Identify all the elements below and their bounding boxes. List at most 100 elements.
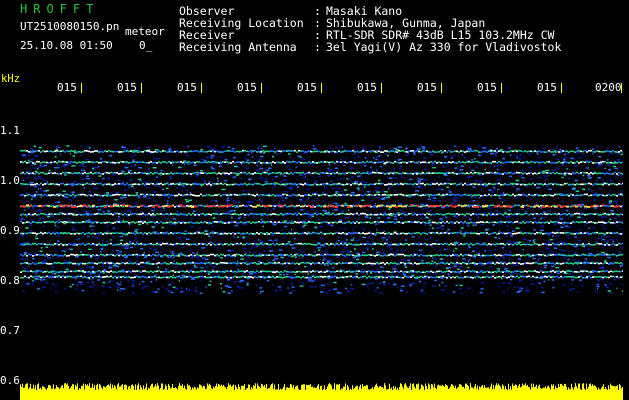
carrier-line-pixel (498, 195, 500, 197)
carrier-line-pixel (318, 194, 320, 197)
noise-pixel (296, 179, 298, 181)
noise-pixel (605, 286, 609, 289)
carrier-line-pixel (374, 221, 376, 223)
carrier-line-pixel (540, 171, 542, 174)
carrier-line-pixel (56, 206, 58, 208)
carrier-line-pixel (216, 213, 218, 215)
carrier-line-pixel (138, 161, 140, 163)
noise-pixel (473, 196, 478, 198)
carrier-line-pixel (548, 194, 550, 196)
noise-pixel (101, 239, 104, 242)
carrier-line-pixel (184, 161, 186, 164)
carrier-line-pixel (278, 214, 280, 216)
noise-pixel (615, 176, 617, 179)
carrier-line-pixel (616, 162, 618, 164)
noise-pixel (424, 282, 427, 284)
noise-pixel (362, 147, 366, 149)
carrier-line-pixel (68, 221, 70, 224)
carrier-line-pixel (576, 183, 578, 185)
noise-pixel (146, 284, 148, 287)
carrier-line-pixel (36, 149, 38, 152)
noise-pixel (579, 210, 581, 213)
noise-pixel (171, 164, 173, 167)
carrier-line-pixel (188, 194, 190, 196)
carrier-line-pixel (62, 150, 64, 152)
carrier-line-pixel (516, 183, 518, 185)
noise-pixel (604, 167, 606, 170)
carrier-line-pixel (416, 173, 418, 175)
carrier-line-pixel (366, 151, 368, 153)
noise-pixel (310, 280, 314, 282)
carrier-line-pixel (342, 212, 344, 215)
noise-pixel (559, 215, 561, 217)
carrier-line-pixel (56, 172, 58, 175)
noise-pixel (587, 175, 591, 177)
carrier-line-pixel (150, 204, 152, 207)
carrier-line-pixel (296, 214, 298, 216)
noise-pixel (596, 145, 599, 148)
carrier-line-pixel (110, 194, 112, 197)
noise-pixel (507, 240, 512, 242)
carrier-line-pixel (138, 171, 140, 174)
carrier-line-pixel (544, 183, 546, 185)
noise-pixel (84, 177, 86, 180)
carrier-line-pixel (502, 194, 504, 197)
carrier-line-pixel (30, 160, 32, 163)
carrier-line-pixel (228, 173, 230, 175)
y-tick-label: 0.9 (0, 224, 20, 237)
meta-key-antenna: Receiving Antenna (179, 40, 297, 54)
noise-pixel (525, 210, 527, 213)
noise-pixel (420, 217, 424, 219)
noise-pixel (70, 152, 72, 155)
noise-pixel (498, 285, 500, 288)
noise-pixel (504, 199, 506, 202)
carrier-line-pixel (212, 221, 214, 223)
carrier-line-pixel (236, 194, 238, 196)
noise-pixel (283, 191, 288, 193)
carrier-line-pixel (132, 161, 134, 163)
carrier-line-pixel (356, 150, 358, 153)
carrier-line-pixel (120, 183, 122, 185)
noise-pixel (325, 251, 328, 253)
carrier-line-pixel (236, 213, 238, 216)
carrier-line-pixel (120, 213, 122, 215)
carrier-line-pixel (540, 204, 542, 207)
noise-pixel (460, 165, 465, 167)
noise-pixel (396, 249, 399, 252)
carrier-line-pixel (244, 182, 246, 185)
noise-pixel (45, 246, 49, 248)
noise-pixel (494, 155, 498, 157)
noise-pixel (23, 197, 25, 200)
carrier-line-pixel (524, 194, 526, 196)
carrier-line-pixel (346, 204, 348, 207)
carrier-line-pixel (368, 214, 370, 216)
noise-pixel (272, 284, 274, 286)
carrier-line-pixel (86, 221, 88, 223)
carrier-line-pixel (528, 183, 530, 185)
carrier-line-pixel (468, 172, 470, 175)
carrier-line-pixel (212, 150, 214, 152)
noise-pixel (540, 286, 543, 289)
carrier-line-pixel (36, 214, 38, 216)
carrier-line-pixel (460, 150, 462, 152)
noise-pixel (39, 279, 43, 281)
noise-pixel (249, 248, 251, 251)
carrier-line-pixel (496, 194, 498, 196)
noise-pixel (254, 252, 257, 254)
noise-pixel (307, 273, 310, 275)
noise-pixel (211, 163, 213, 165)
carrier-line-pixel (296, 205, 298, 207)
carrier-line-pixel (104, 213, 106, 215)
carrier-line-pixel (196, 161, 198, 163)
noise-pixel (374, 197, 376, 199)
carrier-line-pixel (516, 161, 518, 163)
carrier-line-pixel (530, 171, 532, 174)
carrier-line-pixel (502, 183, 504, 186)
carrier-line-pixel (30, 194, 32, 197)
carrier-line-pixel (186, 193, 188, 196)
carrier-line-pixel (506, 172, 508, 175)
noise-pixel (502, 265, 506, 268)
noise-pixel (312, 164, 314, 166)
carrier-line-pixel (366, 221, 368, 224)
noise-pixel (189, 191, 191, 194)
